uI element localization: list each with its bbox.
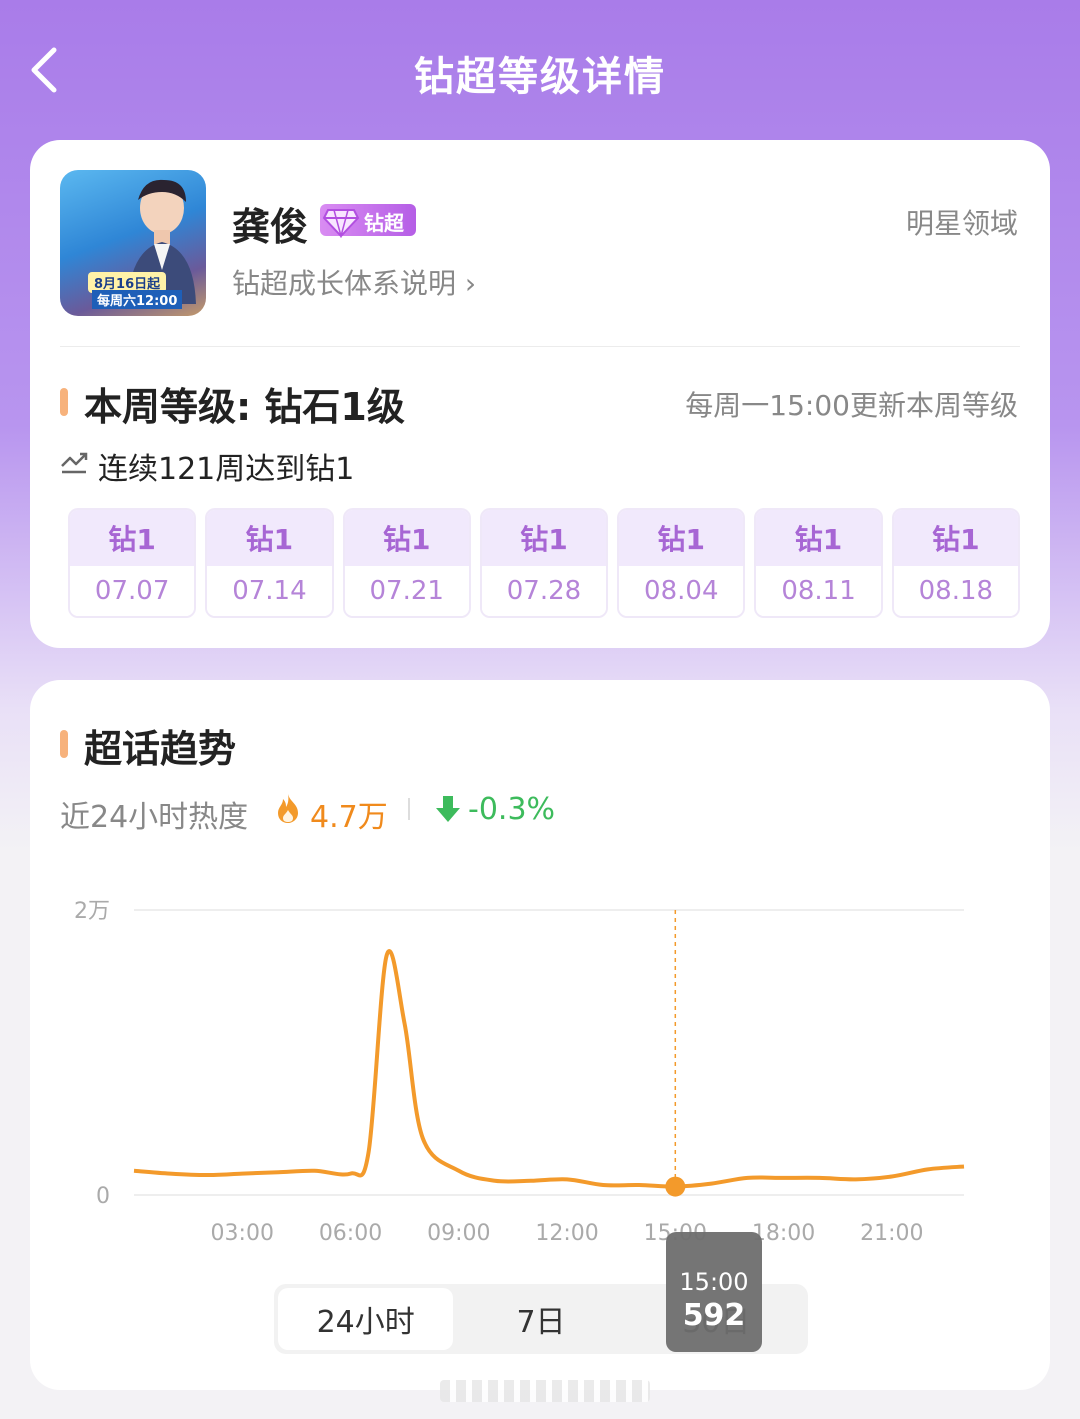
highlight-point bbox=[665, 1176, 686, 1197]
week-level: 钻1 bbox=[619, 510, 744, 566]
week-date: 07.14 bbox=[207, 566, 332, 616]
tab-7d[interactable]: 7日 bbox=[453, 1288, 628, 1350]
week-level-item: 钻1 08.18 bbox=[891, 508, 1020, 618]
x-tick-label: 03:00 bbox=[211, 1221, 274, 1246]
level-card: 8月16日起 每周六12:00 龚俊 钻超 钻超成长体系说明 › 明星领域 本周… bbox=[30, 140, 1050, 648]
arrow-down-icon bbox=[436, 796, 460, 822]
chart-tooltip: 15:00 592 bbox=[666, 1232, 762, 1352]
week-level: 钻1 bbox=[344, 510, 469, 566]
section-marker bbox=[60, 730, 68, 758]
week-date: 07.28 bbox=[481, 566, 607, 616]
week-level-item: 钻1 08.04 bbox=[617, 508, 746, 618]
streak-text: 连续121周达到钻1 bbox=[98, 452, 355, 487]
week-date: 07.21 bbox=[344, 566, 469, 616]
diamond-icon bbox=[322, 209, 360, 238]
week-level-item: 钻1 07.28 bbox=[479, 508, 609, 618]
week-date: 07.07 bbox=[70, 566, 195, 616]
week-level-item: 钻1 08.11 bbox=[754, 508, 883, 618]
home-indicator bbox=[440, 1380, 650, 1402]
y-tick-label: 0 bbox=[96, 1184, 110, 1209]
week-date: 08.04 bbox=[619, 566, 744, 616]
x-tick-label: 09:00 bbox=[427, 1221, 490, 1246]
user-name: 龚俊 bbox=[232, 205, 309, 249]
trend-up-icon bbox=[61, 452, 88, 474]
trend-card: 超话趋势 近24小时热度 4.7万 -0.3% 0 2万 03:00 06:00 09:… bbox=[30, 680, 1050, 1390]
tab-24h[interactable]: 24小时 bbox=[278, 1288, 454, 1350]
week-level-item: 钻1 07.07 bbox=[68, 508, 197, 618]
trend-title: 超话趋势 bbox=[84, 727, 237, 771]
weekly-level-list: 钻1 07.07 钻1 07.14 钻1 07.21 钻1 07.28 钻1 0… bbox=[68, 508, 1020, 618]
trend-line-chart[interactable]: 02万03:0006:0009:0012:0015:0018:0021:00 bbox=[30, 860, 1050, 1260]
week-level-item: 钻1 07.14 bbox=[205, 508, 334, 618]
divider bbox=[60, 346, 1020, 347]
heat-label: 近24小时热度 bbox=[60, 800, 249, 835]
week-level: 钻1 bbox=[70, 510, 195, 566]
avatar[interactable]: 8月16日起 每周六12:00 bbox=[60, 170, 206, 316]
section-marker bbox=[60, 388, 68, 416]
domain-label[interactable]: 明星领域 bbox=[906, 202, 1018, 242]
fire-icon bbox=[278, 794, 298, 823]
week-level: 钻1 bbox=[756, 510, 881, 566]
avatar-time-tag: 每周六12:00 bbox=[92, 290, 183, 309]
tooltip-value: 592 bbox=[682, 1298, 746, 1333]
week-level: 钻1 bbox=[481, 510, 607, 566]
week-level: 钻1 bbox=[207, 510, 332, 566]
week-level: 钻1 bbox=[893, 510, 1018, 566]
weekly-level-title: 本周等级: 钻石1级 bbox=[84, 385, 405, 429]
week-date: 08.18 bbox=[893, 566, 1018, 616]
x-tick-label: 21:00 bbox=[860, 1221, 923, 1246]
week-date: 08.11 bbox=[756, 566, 881, 616]
week-level-item: 钻1 07.21 bbox=[342, 508, 471, 618]
heat-change: -0.3% bbox=[468, 792, 556, 827]
header: 钻超等级详情 bbox=[0, 0, 1080, 140]
level-update-note: 每周一15:00更新本周等级 bbox=[685, 389, 1018, 422]
growth-system-link[interactable]: 钻超成长体系说明 › bbox=[232, 262, 476, 302]
vip-badge: 钻超 bbox=[320, 204, 416, 238]
tooltip-time: 15:00 bbox=[679, 1268, 749, 1296]
y-tick-label: 2万 bbox=[74, 899, 110, 924]
separator bbox=[408, 798, 410, 820]
page-title: 钻超等级详情 bbox=[414, 54, 666, 100]
x-tick-label: 12:00 bbox=[535, 1221, 598, 1246]
heat-value: 4.7万 bbox=[310, 800, 388, 835]
vip-badge-label: 钻超 bbox=[364, 211, 404, 235]
series-line bbox=[133, 949, 965, 1189]
x-tick-label: 06:00 bbox=[319, 1221, 382, 1246]
